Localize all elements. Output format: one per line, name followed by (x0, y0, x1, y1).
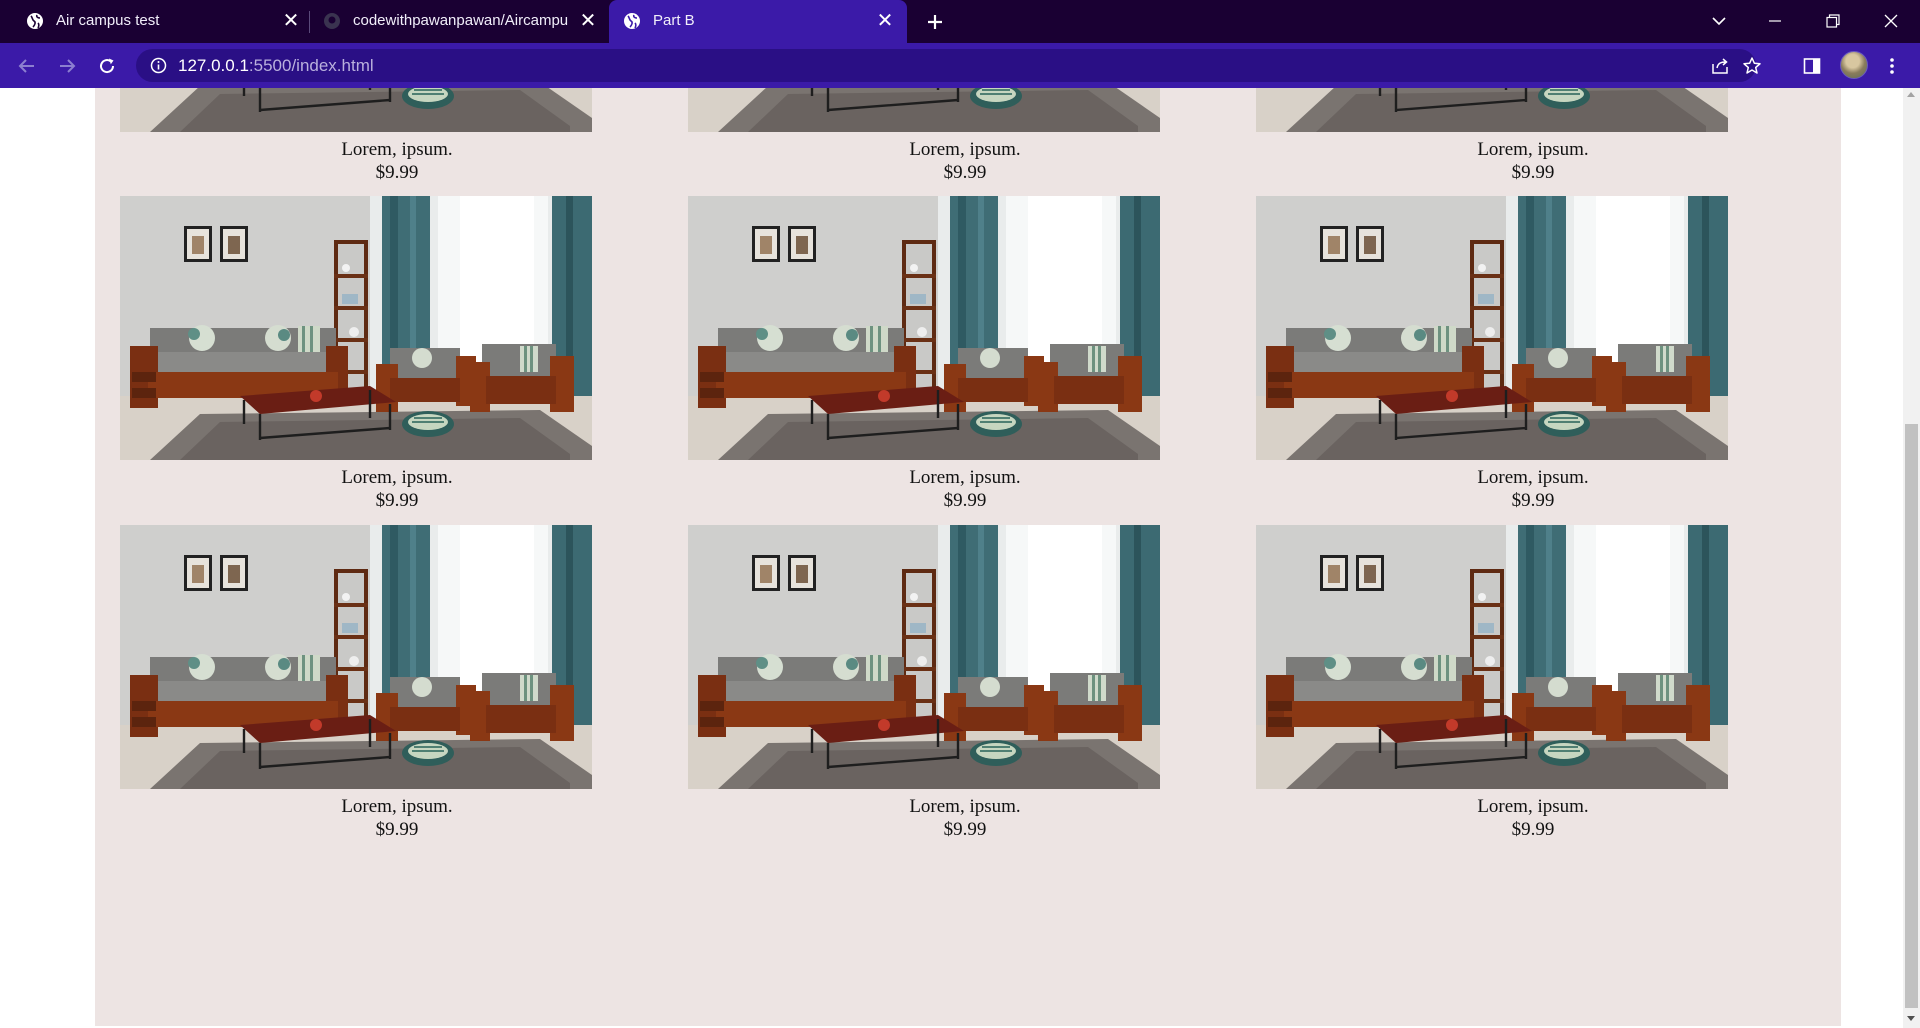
product-image[interactable] (688, 525, 1160, 789)
close-icon (1884, 14, 1898, 28)
product-card[interactable]: Lorem, ipsum. $9.99 (688, 88, 1160, 183)
product-card[interactable]: Lorem, ipsum. $9.99 (1256, 196, 1728, 511)
product-name: Lorem, ipsum. (1477, 467, 1589, 488)
product-card[interactable]: Lorem, ipsum. $9.99 (1256, 88, 1728, 183)
close-tab-icon[interactable]: ✕ (280, 10, 302, 32)
product-image[interactable] (120, 196, 592, 460)
close-tab-icon[interactable]: ✕ (577, 10, 599, 32)
product-name: Lorem, ipsum. (1477, 139, 1589, 160)
restore-icon (1826, 14, 1840, 28)
sofa-photo-image (688, 196, 1160, 460)
product-price: $9.99 (943, 490, 987, 511)
browser-toolbar: 127.0.0.1:5500/index.html (0, 43, 1920, 88)
tab-title: codewithpawanpawan/Aircampu (353, 12, 569, 29)
share-icon[interactable] (1710, 56, 1730, 76)
sofa-photo-image (1256, 525, 1728, 789)
tab-title: Air campus test (56, 12, 160, 29)
product-card[interactable]: Lorem, ipsum. $9.99 (688, 525, 1160, 840)
side-panel-button[interactable] (1800, 54, 1824, 78)
more-vertical-icon (1890, 58, 1894, 74)
forward-button[interactable] (52, 51, 82, 81)
product-name: Lorem, ipsum. (341, 467, 453, 488)
restore-button[interactable] (1810, 4, 1856, 38)
product-name: Lorem, ipsum. (341, 139, 453, 160)
arrow-right-icon (60, 59, 76, 73)
sofa-photo-image (688, 88, 1160, 132)
close-tab-icon[interactable]: ✕ (874, 10, 896, 32)
product-card[interactable]: Lorem, ipsum. $9.99 (688, 196, 1160, 511)
product-card[interactable]: Lorem, ipsum. $9.99 (1256, 525, 1728, 840)
product-price: $9.99 (943, 162, 987, 183)
product-card[interactable]: Lorem, ipsum. $9.99 (120, 88, 592, 183)
plus-icon (928, 15, 942, 29)
product-grid: Lorem, ipsum. $9.99 Lorem, ipsum. $9.99 … (95, 88, 1841, 1026)
globe-icon (624, 13, 640, 29)
minimize-icon (1769, 20, 1781, 22)
product-price: $9.99 (375, 162, 419, 183)
product-name: Lorem, ipsum. (909, 467, 1021, 488)
product-price: $9.99 (1511, 819, 1555, 840)
chevron-down-icon (1712, 17, 1726, 26)
product-image[interactable] (120, 88, 592, 132)
page-viewport: Lorem, ipsum. $9.99 Lorem, ipsum. $9.99 … (0, 88, 1903, 1028)
url-text[interactable]: 127.0.0.1:5500/index.html (178, 56, 374, 76)
sofa-photo-image (120, 196, 592, 460)
tab-separator (309, 11, 310, 33)
sofa-photo-image (120, 88, 592, 132)
github-icon (324, 13, 340, 29)
url-host: 127.0.0.1 (178, 56, 249, 75)
product-name: Lorem, ipsum. (909, 796, 1021, 817)
arrow-left-icon (18, 59, 34, 73)
product-name: Lorem, ipsum. (1477, 796, 1589, 817)
product-price: $9.99 (1511, 162, 1555, 183)
product-card[interactable]: Lorem, ipsum. $9.99 (120, 525, 592, 840)
product-name: Lorem, ipsum. (909, 139, 1021, 160)
reload-button[interactable] (92, 51, 122, 81)
product-image[interactable] (1256, 196, 1728, 460)
product-image[interactable] (688, 88, 1160, 132)
product-name: Lorem, ipsum. (341, 796, 453, 817)
tab-github[interactable]: codewithpawanpawan/Aircampu ✕ (313, 0, 605, 43)
product-image[interactable] (688, 196, 1160, 460)
address-bar[interactable]: 127.0.0.1:5500/index.html (136, 49, 1761, 82)
minimize-button[interactable] (1752, 4, 1798, 38)
globe-icon (27, 13, 43, 29)
reload-icon (100, 58, 115, 74)
scroll-thumb[interactable] (1905, 424, 1918, 1008)
page-scrollbar[interactable] (1903, 88, 1920, 1028)
tab-search-button[interactable] (1696, 4, 1742, 38)
product-image[interactable] (1256, 88, 1728, 132)
product-price: $9.99 (375, 490, 419, 511)
sofa-photo-image (1256, 196, 1728, 460)
tab-title: Part B (653, 12, 695, 29)
sofa-photo-image (120, 525, 592, 789)
url-path: :5500/index.html (248, 56, 374, 75)
product-image[interactable] (1256, 525, 1728, 789)
star-icon[interactable] (1742, 56, 1762, 76)
side-panel-icon (1803, 58, 1821, 74)
product-card[interactable]: Lorem, ipsum. $9.99 (120, 196, 592, 511)
back-button[interactable] (12, 51, 42, 81)
browser-menu-button[interactable] (1880, 54, 1904, 78)
info-icon[interactable] (150, 57, 167, 74)
tab-part-b[interactable]: Part B ✕ (609, 0, 907, 43)
sofa-photo-image (688, 525, 1160, 789)
sofa-photo-image (1256, 88, 1728, 132)
product-price: $9.99 (943, 819, 987, 840)
scroll-down-arrow[interactable] (1907, 1016, 1915, 1021)
browser-tab-bar: Air campus test ✕ codewithpawanpawan/Air… (0, 0, 1920, 43)
product-price: $9.99 (375, 819, 419, 840)
product-price: $9.99 (1511, 490, 1555, 511)
tab-air-campus-test[interactable]: Air campus test ✕ (0, 0, 306, 43)
profile-avatar[interactable] (1840, 51, 1868, 79)
scroll-up-arrow[interactable] (1907, 92, 1915, 97)
new-tab-button[interactable] (921, 8, 949, 36)
close-window-button[interactable] (1868, 4, 1914, 38)
product-image[interactable] (120, 525, 592, 789)
